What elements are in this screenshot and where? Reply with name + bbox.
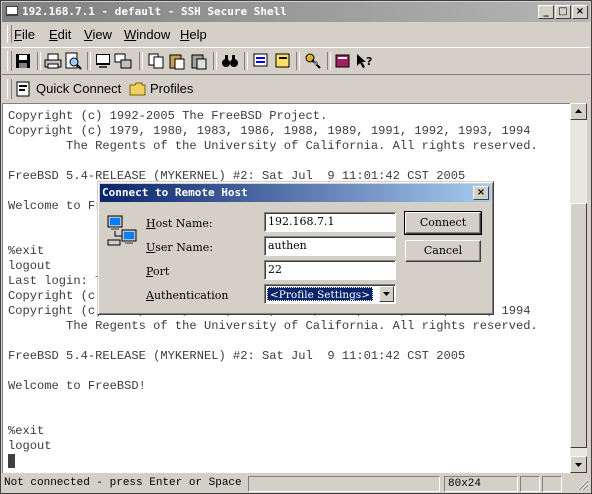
toolbar-grip[interactable] — [7, 51, 12, 71]
toolbar-separator — [213, 52, 217, 70]
context-help-icon[interactable]: ? — [355, 52, 373, 70]
main-window: 192.168.7.1 - default - SSH Secure Shell… — [0, 0, 592, 494]
toolbar-separator — [244, 52, 248, 70]
print-icon[interactable] — [44, 52, 62, 70]
toolbar-separator — [327, 52, 331, 70]
folder-icon — [129, 82, 146, 96]
terminal-line: logout — [8, 259, 52, 273]
terminal-line: FreeBSD 5.4-RELEASE (MYKERNEL) #2: Sat J… — [8, 349, 466, 363]
profiles-toolbar: Quick Connect Profiles — [2, 76, 592, 102]
scroll-down-button[interactable] — [570, 456, 587, 473]
authentication-select[interactable]: <Profile Settings> — [264, 284, 396, 304]
minimize-button[interactable]: _ — [538, 5, 554, 19]
dialog-title-bar[interactable]: Connect to Remote Host × — [100, 184, 491, 202]
quick-connect-label: Quick Connect — [36, 81, 122, 96]
terminal-line: %exit — [8, 244, 45, 258]
new-terminal-icon[interactable] — [94, 52, 112, 70]
profiles-label: Profiles — [150, 81, 194, 96]
toolbar-separator — [37, 52, 41, 70]
user-name-field[interactable]: authen — [264, 236, 396, 256]
find-icon[interactable] — [221, 52, 239, 70]
terminal-line: Welcome to FreeBSD! — [8, 379, 146, 393]
copy-icon[interactable] — [147, 52, 165, 70]
paste-icon[interactable] — [168, 52, 186, 70]
title-bar: 192.168.7.1 - default - SSH Secure Shell… — [2, 2, 590, 22]
scroll-thumb[interactable] — [570, 203, 587, 448]
dialog-title: Connect to Remote Host — [102, 186, 248, 199]
toolbar-separator — [87, 52, 91, 70]
menu-edit[interactable]: Edit — [49, 27, 71, 42]
dropdown-button[interactable] — [379, 286, 394, 302]
terminal-line: Copyright (c) 1979, 1980, 1983, 1986, 19… — [8, 124, 531, 138]
arrow-down-icon — [575, 463, 582, 467]
menu-help[interactable]: Help — [180, 27, 207, 42]
main-toolbar: ? — [2, 47, 590, 75]
help-book-icon[interactable] — [334, 52, 352, 70]
status-message: Not connected - press Enter or Space to … — [4, 477, 246, 489]
menu-file[interactable]: File — [14, 27, 35, 42]
svg-text:?: ? — [366, 55, 372, 68]
terminal-line: %exit — [8, 424, 45, 438]
status-terminal-size: 80x24 — [444, 476, 518, 492]
status-bar: Not connected - press Enter or Space to … — [2, 475, 590, 493]
cancel-button[interactable]: Cancel — [405, 240, 481, 262]
profile-icon[interactable] — [274, 52, 292, 70]
arrow-up-icon — [575, 109, 582, 113]
port-field[interactable]: 22 — [264, 260, 396, 280]
terminal-app-icon — [6, 6, 18, 18]
terminal-line: logout — [8, 439, 52, 453]
profiles-toolbar-grip[interactable] — [7, 79, 12, 99]
scroll-up-button[interactable] — [570, 103, 587, 120]
authentication-label: Authentication — [146, 289, 229, 302]
paste-special-icon[interactable] — [190, 52, 208, 70]
status-pane-key — [542, 476, 562, 492]
terminal-line: The Regents of the University of Califor… — [8, 139, 538, 153]
status-pane-empty — [248, 476, 440, 492]
host-name-label: Host Name: — [146, 217, 213, 230]
maximize-button[interactable]: □ — [555, 5, 571, 19]
terminal-cursor — [8, 454, 15, 468]
status-pane-lock — [520, 476, 540, 492]
connect-button[interactable]: Connect — [404, 211, 482, 235]
vertical-scrollbar[interactable] — [570, 103, 587, 473]
new-file-transfer-icon[interactable] — [114, 52, 132, 70]
menu-view[interactable]: View — [84, 27, 112, 42]
resize-grip-icon[interactable] — [576, 478, 589, 491]
authentication-selected-value: <Profile Settings> — [267, 287, 373, 301]
dialog-close-button[interactable]: × — [473, 186, 489, 200]
toolbar-separator — [296, 52, 300, 70]
user-name-label: User Name: — [146, 241, 214, 254]
connect-dialog: Connect to Remote Host × Host Name: 192.… — [97, 181, 494, 315]
close-button[interactable]: × — [572, 5, 588, 19]
port-label: Port — [146, 265, 170, 278]
chevron-down-icon — [383, 292, 390, 296]
window-title: 192.168.7.1 - default - SSH Secure Shell — [22, 5, 287, 18]
terminal-line: The Regents of the University of Califor… — [8, 319, 538, 333]
toolbar-separator — [139, 52, 143, 70]
menu-grip[interactable] — [7, 25, 12, 43]
settings-icon[interactable] — [252, 52, 270, 70]
network-computers-icon — [107, 215, 137, 246]
print-preview-icon[interactable] — [64, 52, 82, 70]
terminal-line: Copyright (c) 1992-2005 The FreeBSD Proj… — [8, 109, 328, 123]
menu-bar: File Edit View Window Help — [2, 23, 590, 45]
keygen-icon[interactable] — [304, 52, 322, 70]
save-icon[interactable] — [14, 52, 32, 70]
quick-connect-icon — [16, 81, 30, 97]
menu-window[interactable]: Window — [124, 27, 170, 42]
host-name-field[interactable]: 192.168.7.1 — [264, 212, 396, 232]
